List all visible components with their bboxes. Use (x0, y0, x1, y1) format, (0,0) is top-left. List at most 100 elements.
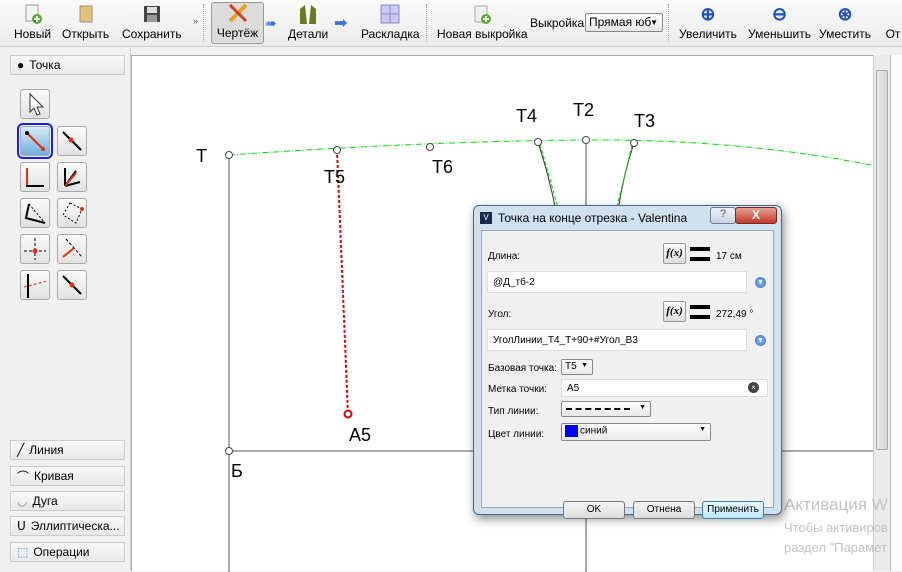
pattern-pieces-icon (297, 3, 319, 25)
new-pattern-icon (471, 3, 493, 25)
length-value: 17 см (716, 251, 742, 262)
base-point-select[interactable]: Т5 ▼ (561, 359, 593, 375)
pencil-ruler-icon (227, 2, 249, 24)
length-label: Длина: (488, 251, 521, 262)
line-intersect-tool[interactable] (20, 234, 50, 264)
along-line-tool[interactable] (57, 126, 87, 156)
label-t5: Т5 (324, 167, 345, 187)
angle-value: 272,49 ° (716, 309, 754, 320)
toolbar-separator (668, 4, 669, 42)
section-point[interactable]: ● Точка (10, 55, 125, 75)
new-pattern-button[interactable]: Новая выкройка (433, 2, 532, 44)
section-elliptical-arc[interactable]: ᑌ Эллиптическа... (10, 516, 125, 536)
zoom-in-icon: ⊕ (700, 3, 716, 24)
activation-watermark-text: Чтобы активиров (784, 520, 888, 535)
bisector-tool[interactable] (57, 162, 87, 192)
height-tool[interactable] (57, 234, 87, 264)
endline-point-tool[interactable] (17, 123, 53, 159)
operations-icon: ⬚ (17, 545, 29, 559)
length-formula-input[interactable]: @Д_тб-2 (487, 271, 747, 293)
chevron-down-icon: ▼ (581, 362, 588, 369)
curve-icon: ⌒ (17, 469, 30, 484)
point-label-input[interactable]: А5 (561, 379, 768, 397)
line-color-select[interactable]: синий ▼ (561, 423, 711, 441)
point-t4 (534, 138, 542, 146)
expand-length-icon[interactable]: ▼ (755, 277, 766, 288)
dart-left-side (537, 141, 557, 212)
point-a5 (343, 409, 353, 419)
section-line[interactable]: ╱ Линия (10, 440, 125, 460)
length-formula-wizard-button[interactable]: f(x) (663, 243, 686, 264)
zoom-out-button[interactable]: ⊖ Уменьшить (744, 2, 815, 44)
ok-button[interactable]: OK (563, 501, 625, 519)
vertical-scrollbar[interactable] (873, 55, 890, 571)
line-icon: ╱ (17, 443, 25, 457)
help-button[interactable]: ? (710, 207, 736, 224)
close-button[interactable]: X (735, 207, 777, 224)
color-swatch (565, 425, 578, 437)
new-segment-line (336, 149, 349, 415)
draw-mode-button[interactable]: Чертёж (211, 2, 264, 44)
activation-watermark-text: раздел "Парамет (784, 540, 887, 555)
scrollbar-thumb[interactable] (876, 70, 888, 450)
line-type-select[interactable]: ▼ (561, 401, 651, 417)
zoom-in-button[interactable]: ⊕ Увеличить (675, 2, 741, 44)
label-t6: Т6 (432, 157, 453, 177)
arc-icon: ◡ (17, 494, 28, 508)
activation-watermark-title: Активация W (784, 495, 888, 514)
point-t2 (582, 136, 590, 144)
section-operations[interactable]: ⬚ Операции (10, 542, 125, 562)
point-of-contact-tool[interactable] (57, 270, 87, 300)
zoom-fit-button[interactable]: ⊛ Уместить (815, 2, 875, 44)
shoulder-point-tool[interactable] (20, 198, 50, 228)
elliptical-arc-icon: ᑌ (17, 519, 26, 533)
cancel-button[interactable]: Отнена (633, 501, 695, 519)
arrow-tool[interactable] (20, 89, 50, 119)
point-label-label: Метка точки: (488, 384, 547, 395)
dart-right-side (617, 142, 635, 212)
dialog-body: Длина: f(x) 17 см @Д_тб-2 ▼ Угол: f(x) 2… (481, 230, 774, 519)
overflow-chevron-icon[interactable]: » (193, 16, 198, 26)
normal-tool[interactable] (20, 162, 50, 192)
angle-formula-input[interactable]: УголЛинии_Т4_Т+90+#Угол_В3 (487, 329, 747, 351)
toolbar-cut-button[interactable]: От (878, 2, 902, 44)
label-t2: Т2 (573, 100, 594, 120)
details-mode-button[interactable]: Детали (284, 2, 332, 44)
expand-angle-icon[interactable]: ▼ (755, 335, 766, 346)
pattern-select-value: Прямая юб (589, 15, 652, 29)
folder-icon (75, 3, 97, 25)
clear-icon[interactable]: × (748, 382, 759, 393)
angle-formula-wizard-button[interactable]: f(x) (663, 301, 686, 322)
waist-guide-curve (228, 139, 874, 167)
toolbar-separator (426, 4, 427, 42)
point-t6 (426, 143, 434, 151)
pattern-select[interactable]: Прямая юб ▼ (585, 13, 663, 32)
point-t5 (333, 146, 341, 154)
new-button[interactable]: Новый (10, 2, 55, 44)
new-file-icon (22, 3, 44, 25)
triangle-tool[interactable] (57, 198, 87, 228)
layout-mode-button[interactable]: Раскладка (357, 2, 424, 44)
chevron-down-icon: ▼ (699, 426, 706, 433)
base-point-label: Базовая точка: (488, 363, 557, 374)
section-curve[interactable]: ⌒ Кривая (10, 466, 125, 486)
zoom-out-icon: ⊖ (771, 3, 788, 24)
right-panel-edge (890, 55, 902, 571)
save-button[interactable]: Сохранить (118, 2, 186, 44)
floppy-icon (141, 3, 163, 25)
equals-icon (690, 305, 710, 319)
layout-icon (379, 3, 401, 25)
label-t4: Т4 (516, 106, 537, 126)
equals-icon (690, 247, 710, 261)
arrow-icon: ➠ (265, 15, 277, 31)
open-button[interactable]: Открыть (58, 2, 113, 44)
tool-panel: ● Точка ╱ Линия ⌒ Кривая ◡ Дуга ᑌ Эллиптическ… (0, 48, 131, 571)
apply-button[interactable]: Применить (702, 501, 764, 519)
zoom-fit-icon: ⊛ (837, 3, 853, 24)
line-intersect-axis-tool[interactable] (20, 270, 50, 300)
point-b (225, 447, 233, 455)
point-t (225, 151, 233, 159)
arrow-icon: ➡ (334, 15, 348, 32)
section-arc[interactable]: ◡ Дуга (10, 491, 125, 511)
chevron-down-icon: ▼ (650, 18, 658, 27)
